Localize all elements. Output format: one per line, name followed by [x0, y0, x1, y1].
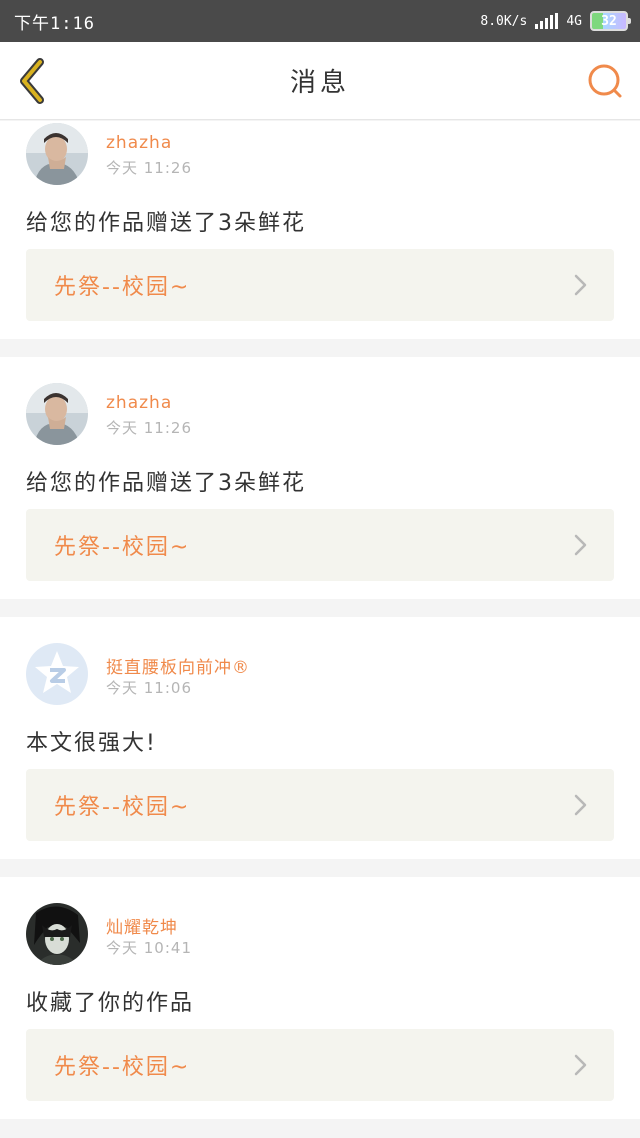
battery-icon: 32 [590, 11, 631, 31]
battery-level: 32 [601, 13, 617, 29]
timestamp: 今天 11:06 [106, 679, 192, 697]
chevron-right-icon [574, 794, 587, 816]
chevron-left-icon [20, 58, 44, 104]
message-text: 收藏了你的作品 [26, 991, 195, 1016]
status-time: 下午1:16 [14, 13, 95, 34]
avatar[interactable] [26, 903, 88, 965]
work-title: 先祭--校园~ [54, 1055, 191, 1080]
message-list: zhazha 今天 11:26 给您的作品赠送了3朵鲜花 先祭--校园~ zha… [0, 121, 640, 1137]
work-link[interactable]: 先祭--校园~ [26, 1029, 614, 1101]
timestamp: 今天 11:26 [106, 159, 192, 177]
status-right: 8.0K/s 4G 32 [480, 11, 631, 31]
search-icon [588, 64, 622, 98]
anime-avatar-icon [26, 903, 88, 965]
avatar[interactable] [26, 643, 88, 705]
back-button[interactable] [16, 58, 50, 104]
message-text: 给您的作品赠送了3朵鲜花 [26, 471, 306, 496]
chevron-right-icon [574, 274, 587, 296]
message-text: 本文很强大! [26, 731, 157, 756]
message-card: zhazha 今天 11:26 给您的作品赠送了3朵鲜花 先祭--校园~ [0, 121, 640, 339]
user-photo-icon [26, 123, 88, 185]
avatar[interactable] [26, 383, 88, 445]
user-photo-icon [26, 383, 88, 445]
work-link[interactable]: 先祭--校园~ [26, 249, 614, 321]
username[interactable]: 挺直腰板向前冲® [106, 653, 250, 678]
username[interactable]: zhazha [106, 133, 172, 153]
header: 消息 [0, 42, 640, 120]
work-title: 先祭--校园~ [54, 275, 191, 300]
signal-icon [535, 13, 559, 29]
default-avatar-icon [26, 643, 88, 705]
network-speed: 8.0K/s [480, 13, 528, 29]
work-link[interactable]: 先祭--校园~ [26, 769, 614, 841]
chevron-right-icon [574, 534, 587, 556]
timestamp: 今天 10:41 [106, 939, 192, 957]
username[interactable]: 灿耀乾坤 [106, 913, 178, 938]
status-bar: 下午1:16 8.0K/s 4G 32 [0, 0, 640, 42]
message-card: zhazha 今天 11:26 给您的作品赠送了3朵鲜花 先祭--校园~ [0, 357, 640, 599]
timestamp: 今天 11:26 [106, 419, 192, 437]
message-text: 给您的作品赠送了3朵鲜花 [26, 211, 306, 236]
avatar[interactable] [26, 123, 88, 185]
network-type: 4G [566, 13, 582, 29]
username[interactable]: zhazha [106, 393, 172, 413]
search-button[interactable] [586, 62, 624, 100]
message-card: 挺直腰板向前冲® 今天 11:06 本文很强大! 先祭--校园~ [0, 617, 640, 859]
page-title: 消息 [289, 68, 350, 98]
work-title: 先祭--校园~ [54, 535, 191, 560]
work-title: 先祭--校园~ [54, 795, 191, 820]
chevron-right-icon [574, 1054, 587, 1076]
work-link[interactable]: 先祭--校园~ [26, 509, 614, 581]
message-card: 灿耀乾坤 今天 10:41 收藏了你的作品 先祭--校园~ [0, 877, 640, 1119]
